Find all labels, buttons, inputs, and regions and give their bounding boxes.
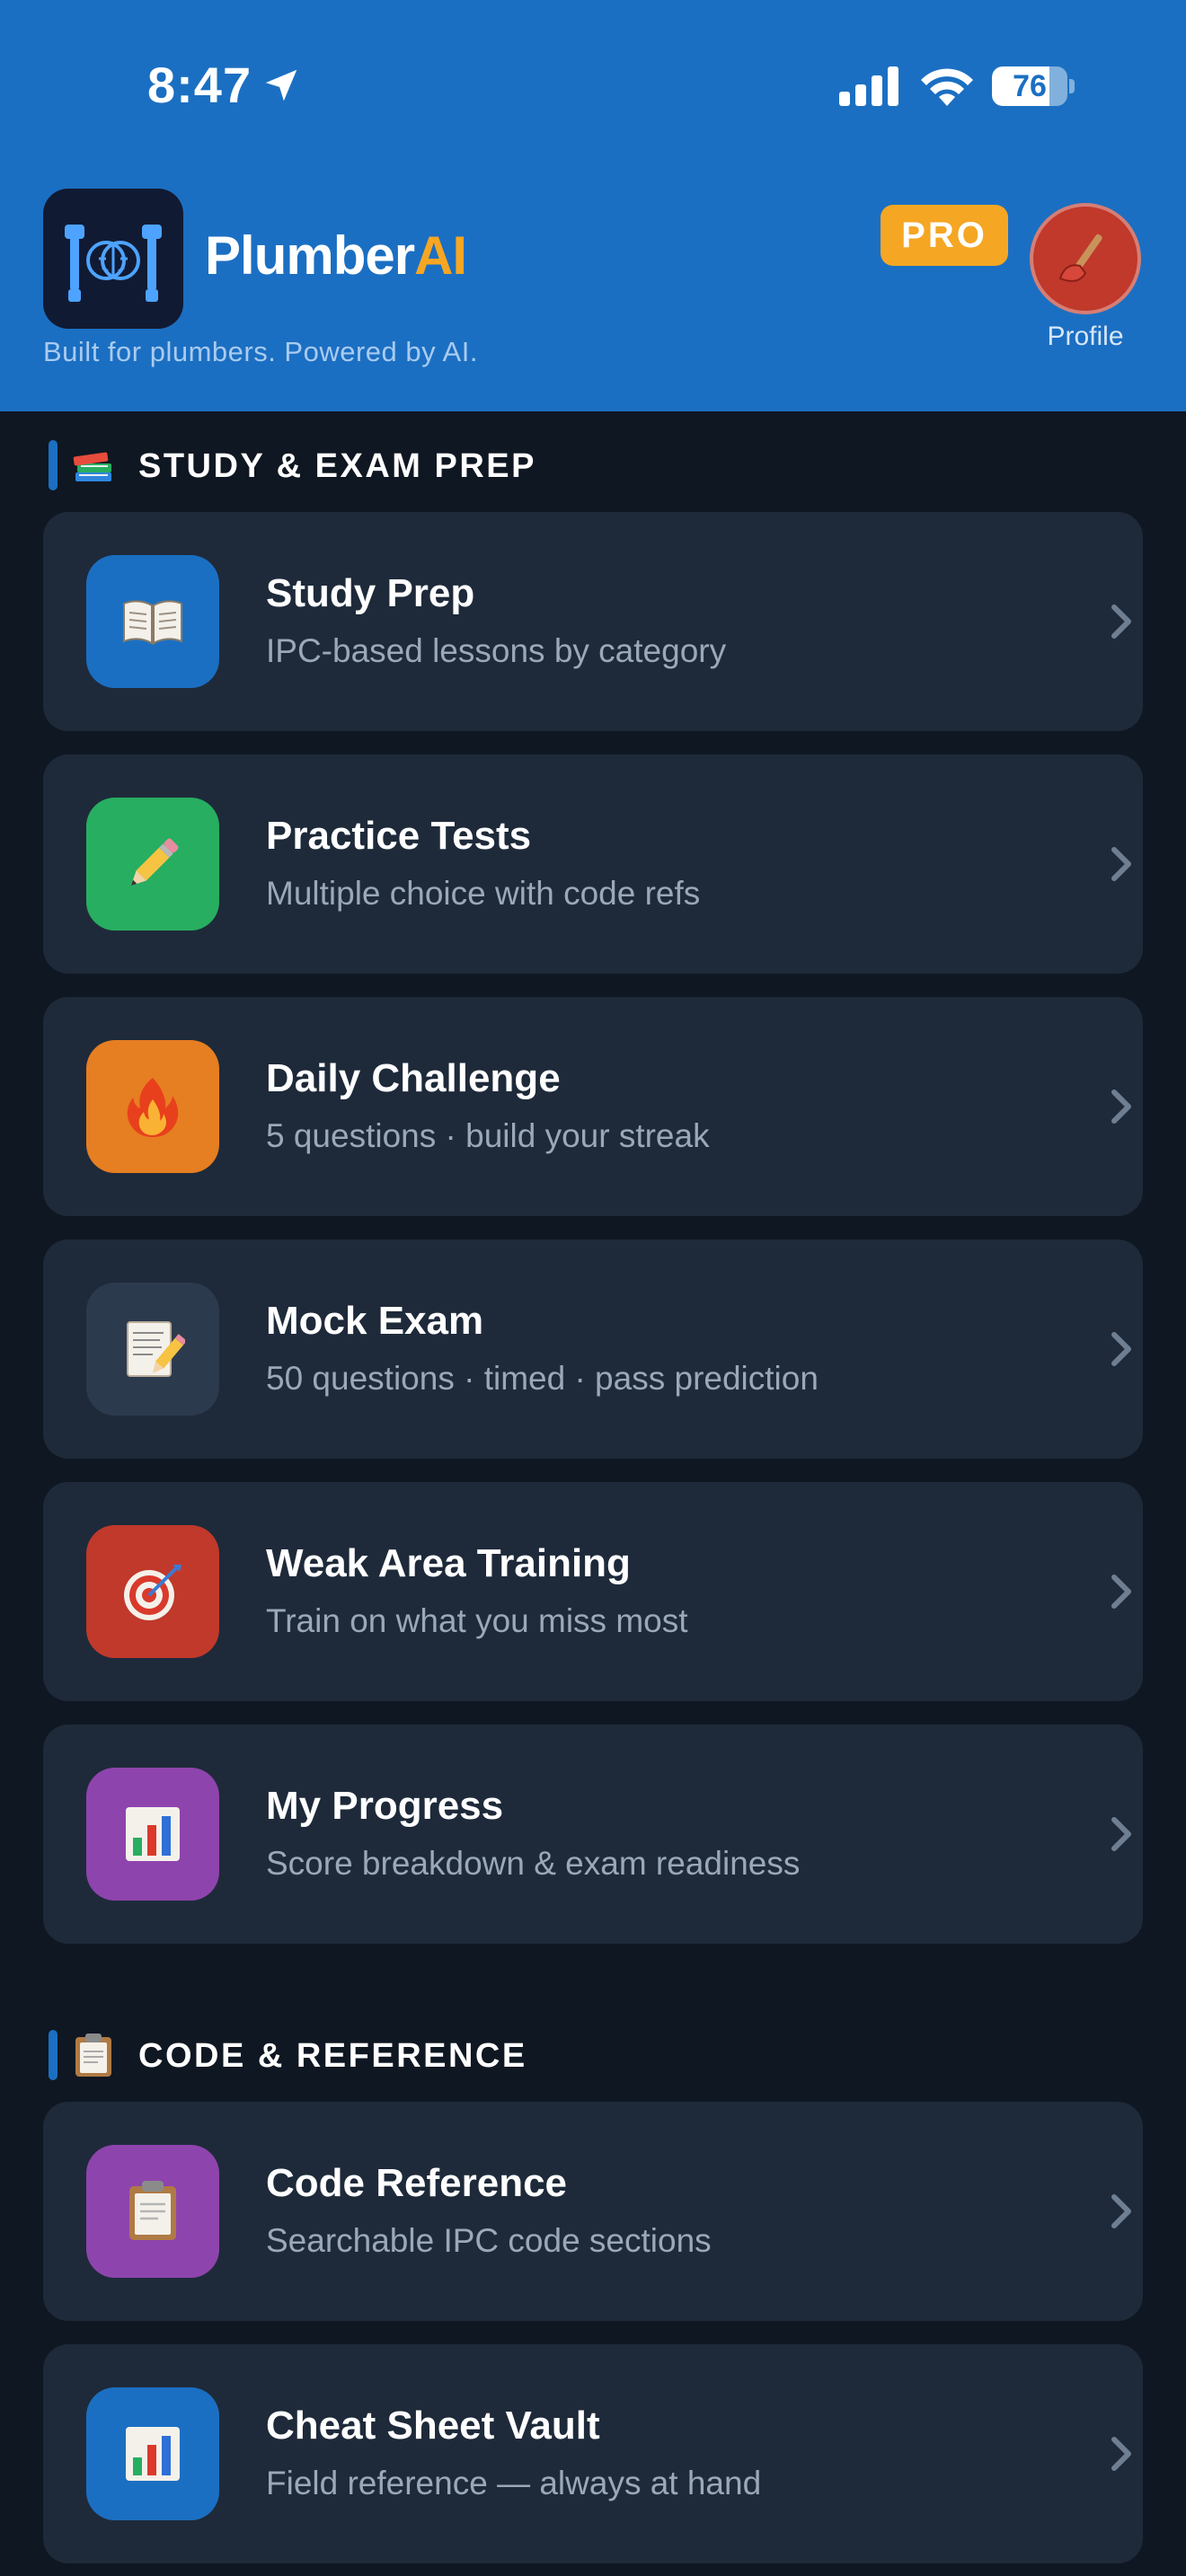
chevron-right-icon [1111,1090,1131,1124]
card-icon-tile [86,1283,219,1416]
card-icon-tile [86,1040,219,1173]
card-icon-tile [86,2145,219,2278]
card-title: My Progress [266,1784,504,1828]
chevron-right-icon [1111,604,1131,639]
books-icon [73,452,111,481]
card-subtitle: Train on what you miss most [266,1602,688,1639]
chevron-right-icon [1111,2437,1131,2471]
clipboard-icon [75,2033,111,2077]
pencil-icon [130,838,179,887]
chevron-right-icon [1111,847,1131,881]
menu-card-cheat-sheet-vault[interactable]: Cheat Sheet Vault Field reference — alwa… [43,2344,1143,2563]
app-header: 8:47 76 PlumberAI Built for plumbers. Po… [0,0,1186,411]
target-icon [124,1565,181,1620]
card-title: Code Reference [266,2161,568,2205]
menu-card-code-reference[interactable]: Code Reference Searchable IPC code secti… [43,2102,1143,2321]
clipboard-icon [129,2181,176,2240]
plunger-icon [1058,234,1102,282]
menu-card-study-prep[interactable]: Study Prep IPC-based lessons by category [43,512,1143,731]
menu-card-my-progress[interactable]: My Progress Score breakdown & exam readi… [43,1725,1143,1944]
bar-chart-icon [126,1807,180,1861]
card-subtitle: IPC-based lessons by category [266,632,727,669]
app-name-ai: AI [414,225,467,286]
menu-card-weak-area-training[interactable]: Weak Area Training Train on what you mis… [43,1482,1143,1701]
chevron-right-icon [1111,2194,1131,2228]
open-book-icon [123,600,182,645]
menu-card-practice-tests[interactable]: Practice Tests Multiple choice with code… [43,754,1143,974]
brain-wrench-logo-icon [65,225,162,302]
bar-chart-icon [126,2427,180,2481]
app-name-plumber: Plumber [205,225,415,286]
card-title: Study Prep [266,571,475,615]
section-label: STUDY & EXAM PREP [138,447,536,485]
card-icon-tile [86,798,219,931]
app-logo [43,189,183,329]
card-subtitle: 50 questions · timed · pass prediction [266,1360,819,1397]
pro-badge[interactable]: PRO [881,205,1008,266]
chevron-right-icon [1111,1332,1131,1366]
fire-icon [127,1078,179,1137]
chevron-right-icon [1111,1817,1131,1851]
app-tagline: Built for plumbers. Powered by AI. [43,336,478,367]
card-subtitle: Field reference — always at hand [266,2465,762,2501]
profile-label[interactable]: Profile [1024,322,1146,352]
status-bar: 8:47 76 [0,0,1186,171]
battery-indicator: 76 [992,66,1075,106]
card-title: Practice Tests [266,814,532,858]
cellular-signal-icon [839,66,898,106]
card-icon-tile [86,2387,219,2520]
card-title: Mock Exam [266,1299,484,1343]
menu-card-daily-challenge[interactable]: Daily Challenge 5 questions · build your… [43,997,1143,1216]
battery-percentage: 76 [1013,69,1047,103]
card-title: Daily Challenge [266,1056,561,1100]
location-arrow-icon [265,69,297,101]
card-title: Cheat Sheet Vault [266,2404,600,2448]
wifi-icon [921,68,973,106]
menu-card-mock-exam[interactable]: Mock Exam 50 questions · timed · pass pr… [43,1239,1143,1459]
card-subtitle: Score breakdown & exam readiness [266,1845,801,1882]
card-subtitle: Searchable IPC code sections [266,2222,712,2259]
section-label: CODE & REFERENCE [138,2037,527,2075]
memo-icon [127,1321,185,1377]
card-subtitle: Multiple choice with code refs [266,875,701,912]
app-name: PlumberAI [205,225,467,287]
card-icon-tile [86,555,219,688]
card-title: Weak Area Training [266,1541,631,1585]
card-icon-tile [86,1525,219,1658]
profile-button[interactable] [1030,203,1141,314]
status-time: 8:47 [147,57,252,113]
card-subtitle: 5 questions · build your streak [266,1117,710,1154]
chevron-right-icon [1111,1575,1131,1609]
card-icon-tile [86,1768,219,1901]
